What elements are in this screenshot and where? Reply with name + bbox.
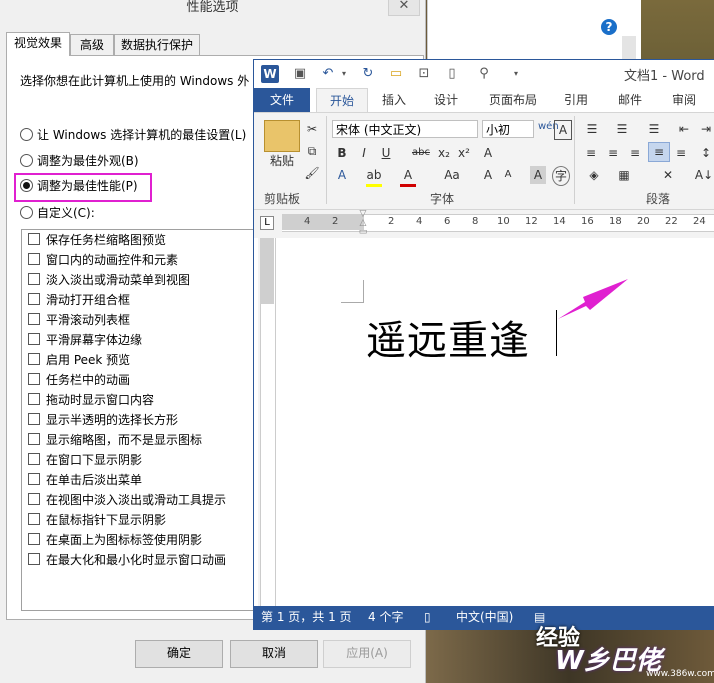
watermark-url: www.386w.com bbox=[646, 669, 714, 679]
tab-visual-effects[interactable]: 视觉效果 bbox=[6, 32, 70, 56]
annotation-arrow bbox=[558, 279, 628, 319]
